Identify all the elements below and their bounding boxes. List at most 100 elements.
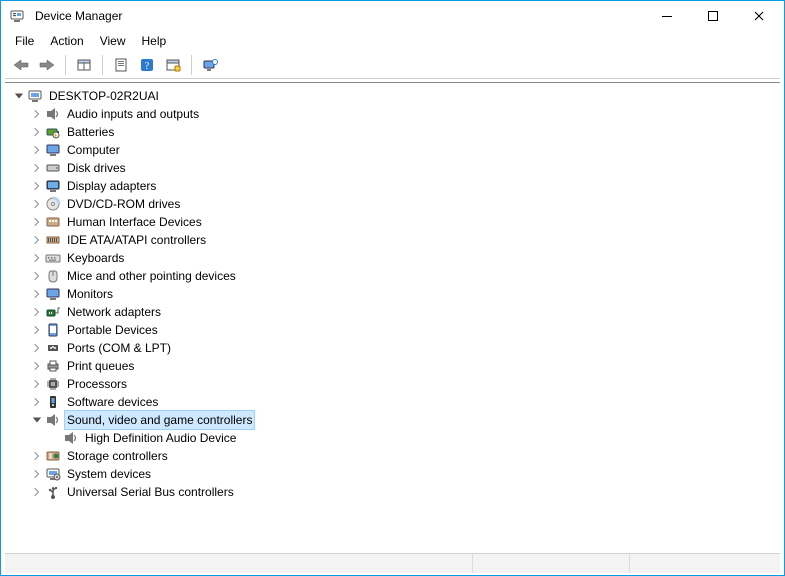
status-region [630, 554, 780, 573]
expand-icon[interactable] [29, 340, 45, 356]
back-button[interactable] [9, 53, 33, 77]
expand-icon[interactable] [29, 466, 45, 482]
app-icon [9, 8, 25, 24]
tree-item-batteries[interactable]: Batteries [5, 123, 780, 141]
scan-hardware-button[interactable] [161, 53, 185, 77]
expand-icon[interactable] [29, 160, 45, 176]
monitor2-icon [45, 178, 61, 194]
collapse-icon[interactable] [29, 412, 45, 428]
sound-icon [45, 412, 61, 428]
print-icon [45, 358, 61, 374]
expand-icon[interactable] [29, 358, 45, 374]
tree-item-label: Portable Devices [65, 321, 160, 339]
tree-item-universal-serial-bus-controllers[interactable]: Universal Serial Bus controllers [5, 483, 780, 501]
toolbar-separator [191, 55, 192, 75]
mouse-icon [45, 268, 61, 284]
tree-item-print-queues[interactable]: Print queues [5, 357, 780, 375]
expand-icon[interactable] [29, 106, 45, 122]
tree-item-audio-inputs-and-outputs[interactable]: Audio inputs and outputs [5, 105, 780, 123]
tree-item-high-definition-audio-device[interactable]: High Definition Audio Device [5, 429, 780, 447]
tree-item-label: Computer [65, 141, 122, 159]
tree-item-label: IDE ATA/ATAPI controllers [65, 231, 208, 249]
expand-icon[interactable] [29, 250, 45, 266]
show-hidden-devices-button[interactable] [198, 53, 222, 77]
minimize-button[interactable] [644, 1, 690, 31]
tree-item-disk-drives[interactable]: Disk drives [5, 159, 780, 177]
tree-item-label: Monitors [65, 285, 115, 303]
sound-icon [45, 106, 61, 122]
expand-icon[interactable] [29, 448, 45, 464]
tree-item-label: Ports (COM & LPT) [65, 339, 173, 357]
device-tree-panel[interactable]: DESKTOP-02R2UAIAudio inputs and outputsB… [5, 82, 780, 549]
tree-item-storage-controllers[interactable]: Storage controllers [5, 447, 780, 465]
tree-item-sound-video-and-game-controllers[interactable]: Sound, video and game controllers [5, 411, 780, 429]
disc-icon [45, 196, 61, 212]
menu-action[interactable]: Action [42, 32, 91, 50]
tree-item-label: Storage controllers [65, 447, 170, 465]
properties-button[interactable] [109, 53, 133, 77]
expand-icon[interactable] [29, 286, 45, 302]
tree-item-desktop-02r2uai[interactable]: DESKTOP-02R2UAI [5, 87, 780, 105]
tree-item-computer[interactable]: Computer [5, 141, 780, 159]
tree-item-label: Print queues [65, 357, 136, 375]
tree-item-label: Network adapters [65, 303, 163, 321]
status-region [5, 554, 473, 573]
tree-item-label: Batteries [65, 123, 116, 141]
tree-item-mice-and-other-pointing-devices[interactable]: Mice and other pointing devices [5, 267, 780, 285]
expand-icon[interactable] [29, 232, 45, 248]
expand-icon[interactable] [29, 268, 45, 284]
show-hide-console-button[interactable] [72, 53, 96, 77]
toolbar-separator [65, 55, 66, 75]
port-icon [45, 340, 61, 356]
tree-item-system-devices[interactable]: System devices [5, 465, 780, 483]
keyboard-icon [45, 250, 61, 266]
tree-item-label: Universal Serial Bus controllers [65, 483, 236, 501]
menu-file[interactable]: File [7, 32, 42, 50]
expand-icon[interactable] [29, 124, 45, 140]
title-bar: Device Manager [1, 1, 784, 31]
tree-item-label: Software devices [65, 393, 160, 411]
expand-icon[interactable] [29, 394, 45, 410]
tree-item-ide-ata-atapi-controllers[interactable]: IDE ATA/ATAPI controllers [5, 231, 780, 249]
device-tree: DESKTOP-02R2UAIAudio inputs and outputsB… [5, 87, 780, 501]
tree-item-network-adapters[interactable]: Network adapters [5, 303, 780, 321]
menu-help[interactable]: Help [134, 32, 175, 50]
tree-item-label: Human Interface Devices [65, 213, 204, 231]
expand-icon[interactable] [29, 196, 45, 212]
tree-item-portable-devices[interactable]: Portable Devices [5, 321, 780, 339]
tree-item-label: System devices [65, 465, 153, 483]
drive-icon [45, 160, 61, 176]
expand-icon[interactable] [29, 214, 45, 230]
help-button[interactable]: ? [135, 53, 159, 77]
sound-icon [63, 430, 79, 446]
tree-item-dvd-cd-rom-drives[interactable]: DVD/CD-ROM drives [5, 195, 780, 213]
tree-item-human-interface-devices[interactable]: Human Interface Devices [5, 213, 780, 231]
tree-item-monitors[interactable]: Monitors [5, 285, 780, 303]
tree-item-label: Mice and other pointing devices [65, 267, 238, 285]
expand-icon[interactable] [29, 304, 45, 320]
tree-item-label: DVD/CD-ROM drives [65, 195, 182, 213]
expander-spacer [47, 430, 63, 446]
sw-icon [45, 394, 61, 410]
expand-icon[interactable] [29, 376, 45, 392]
system-icon [45, 466, 61, 482]
net-icon [45, 304, 61, 320]
tree-item-ports-com-lpt[interactable]: Ports (COM & LPT) [5, 339, 780, 357]
monitor-icon [45, 286, 61, 302]
forward-button[interactable] [35, 53, 59, 77]
expand-icon[interactable] [29, 142, 45, 158]
expand-icon[interactable] [29, 178, 45, 194]
tree-item-processors[interactable]: Processors [5, 375, 780, 393]
tree-item-software-devices[interactable]: Software devices [5, 393, 780, 411]
close-button[interactable] [736, 1, 782, 31]
battery-icon [45, 124, 61, 140]
tree-item-keyboards[interactable]: Keyboards [5, 249, 780, 267]
menu-view[interactable]: View [92, 32, 134, 50]
collapse-icon[interactable] [11, 88, 27, 104]
tree-item-label: Processors [65, 375, 129, 393]
expand-icon[interactable] [29, 484, 45, 500]
maximize-button[interactable] [690, 1, 736, 31]
tree-item-display-adapters[interactable]: Display adapters [5, 177, 780, 195]
tree-item-label: High Definition Audio Device [83, 429, 238, 447]
expand-icon[interactable] [29, 322, 45, 338]
